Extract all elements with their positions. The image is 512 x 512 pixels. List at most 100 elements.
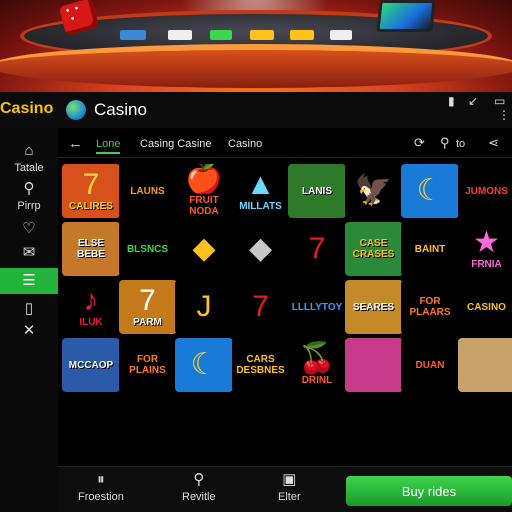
game-tile-content: CASINO (466, 301, 507, 314)
game-tile-artwork: 🦅 (354, 174, 393, 207)
game-tile[interactable]: LAUNS (118, 164, 177, 218)
game-tile[interactable] (344, 338, 403, 392)
game-tile[interactable]: ELSE BEBE (62, 222, 120, 276)
game-tile-content: BLSNCS (126, 243, 169, 256)
location-pin-icon: ⚲ (23, 180, 35, 197)
sidebar-item-pirrp[interactable]: ⚲ Pirrp (0, 180, 58, 212)
game-grid: 7 CALIRES LAUNS 🍎 FRUIT NODA ▲ MILLATS LANIS 🦅 ☾ J… (62, 164, 512, 464)
search-icon[interactable]: ⚲ (440, 135, 450, 151)
tab-casino[interactable]: Casino (228, 138, 262, 150)
game-tile[interactable]: FOR PLAARS (401, 280, 459, 334)
game-tile[interactable]: 7 (288, 222, 346, 276)
game-tile-content: FOR PLAINS (119, 353, 177, 377)
game-tile-title: FRNIA (471, 258, 502, 270)
game-tile-title: BLSNCS (126, 243, 169, 255)
game-tile-content: LANIS (301, 185, 333, 198)
game-tile[interactable]: CASE CRASES (344, 222, 403, 276)
window-shrink-icon[interactable]: ↙ (468, 94, 478, 108)
game-tile-content: DUAN (415, 359, 446, 372)
game-tile[interactable]: SEARES (344, 280, 403, 334)
game-tile[interactable]: ▲ MILLATS (231, 164, 290, 218)
game-tile[interactable]: JUMONS (457, 164, 512, 218)
game-tile[interactable] (457, 338, 512, 392)
bottom-item-froestion[interactable]: ⏸ Froestion (78, 471, 124, 503)
tab-casing-casine[interactable]: Casing Casine (140, 138, 212, 150)
refresh-icon[interactable]: ⟳ (414, 135, 425, 151)
game-tile-title: CARS DESBNES (236, 354, 285, 376)
overflow-menu-icon[interactable]: ⋮ (498, 108, 510, 122)
share-icon[interactable]: ⋖ (488, 135, 499, 151)
window-maximize-icon[interactable]: ▭ (494, 94, 505, 108)
back-arrow-icon[interactable]: ← (68, 135, 83, 152)
game-tile-title: DUAN (415, 359, 445, 371)
sidebar-item-phone[interactable]: ▯ (0, 300, 58, 318)
game-tile-title: FOR PLAARS (409, 296, 451, 318)
game-tile-title: LLLLYTOY (291, 301, 343, 313)
sidebar-item-tatale[interactable]: ⌂ Tatale (0, 142, 58, 174)
buy-rides-button[interactable]: Buy rides (346, 476, 512, 506)
tablet-graphic (376, 0, 436, 32)
game-tile-artwork: ◆ (248, 232, 273, 265)
bottom-item-revitle[interactable]: ⚲ Revitle (182, 471, 216, 503)
game-tile[interactable]: BAINT (401, 222, 459, 276)
game-tile[interactable]: LLLLYTOY (288, 280, 346, 334)
search-label[interactable]: to (456, 138, 465, 150)
game-tile-content: CASE CRASES (345, 237, 403, 261)
game-tile-title: ELSE BEBE (77, 238, 105, 260)
game-tile[interactable]: ★ FRNIA (457, 222, 512, 276)
game-tile-content: ◆ (249, 234, 272, 264)
game-tile[interactable]: ☾ (175, 338, 233, 392)
table-rim-graphic (0, 44, 512, 88)
game-tile[interactable]: BLSNCS (118, 222, 177, 276)
game-tile-title: ILUK (79, 316, 103, 328)
window-restore-icon[interactable]: ▮ (448, 94, 455, 108)
game-tile-content: CARS DESBNES (232, 353, 290, 377)
sidebar-item-mail[interactable]: ✉ (0, 244, 58, 262)
card-chip-graphic (250, 30, 274, 40)
bottom-item-label: Froestion (78, 491, 124, 503)
hero-banner (0, 0, 512, 92)
game-tile-artwork: ★ (473, 225, 500, 259)
app-logo-icon (66, 100, 86, 120)
game-tile-content: ▲ MILLATS (238, 169, 283, 213)
game-tile[interactable]: ◆ (231, 222, 290, 276)
game-tile[interactable]: MCCAOP (62, 338, 120, 392)
tab-lone[interactable]: Lone (96, 138, 121, 154)
bottom-item-elter[interactable]: ▣ Elter (278, 471, 301, 503)
sidebar: ⌂ Tatale ⚲ Pirrp ♡ ✉ ☰ ▯ ✕ (0, 128, 58, 512)
game-tile[interactable]: FOR PLAINS (118, 338, 177, 392)
game-tile[interactable]: J (175, 280, 233, 334)
game-tile-content: 🦅 (355, 176, 392, 206)
game-tile[interactable]: ☾ (401, 164, 459, 218)
sub-navigation: ← Lone Casing Casine Casino ⟳ ⚲ to ⋖ (58, 132, 512, 158)
game-tile[interactable]: CASINO (457, 280, 512, 334)
game-tile[interactable]: 7 (231, 280, 290, 334)
game-tile[interactable]: CARS DESBNES (231, 338, 290, 392)
game-tile-content: 🍎 FRUIT NODA (175, 164, 233, 218)
game-tile[interactable]: ♪ ILUK (62, 280, 120, 334)
game-tile[interactable]: 7 PARM (118, 280, 177, 334)
game-tile-artwork: J (196, 290, 212, 323)
game-tile[interactable]: ◆ (175, 222, 233, 276)
game-tile-title: FRUIT NODA (189, 195, 219, 217)
game-tile[interactable]: LANIS (288, 164, 346, 218)
game-tile[interactable]: DUAN (401, 338, 459, 392)
sidebar-item-diamond[interactable]: ♡ (0, 220, 58, 238)
game-tile-title: CASINO (467, 301, 506, 313)
game-tile[interactable]: 7 CALIRES (62, 164, 120, 218)
game-tile-artwork: 🍒 (298, 341, 336, 375)
game-tile-artwork: 7 (139, 283, 156, 317)
sidebar-item-label: Pirrp (17, 200, 41, 212)
game-tile-content: 7 (252, 292, 269, 322)
game-tile[interactable]: 🍎 FRUIT NODA (175, 164, 233, 218)
home-icon: ⌂ (24, 142, 34, 159)
sidebar-item-close[interactable]: ✕ (0, 322, 58, 340)
game-tile-title: JUMONS (465, 185, 508, 197)
game-tile[interactable]: 🦅 (344, 164, 403, 218)
sidebar-item-list[interactable]: ☰ (0, 268, 58, 294)
game-tile[interactable]: 🍒 DRINL (288, 338, 346, 392)
game-tile-title: SEARES (352, 301, 395, 313)
game-tile-content: ELSE BEBE (62, 237, 120, 261)
sidebar-item-label: Tatale (14, 162, 44, 174)
game-tile-content: ☾ (417, 176, 444, 206)
